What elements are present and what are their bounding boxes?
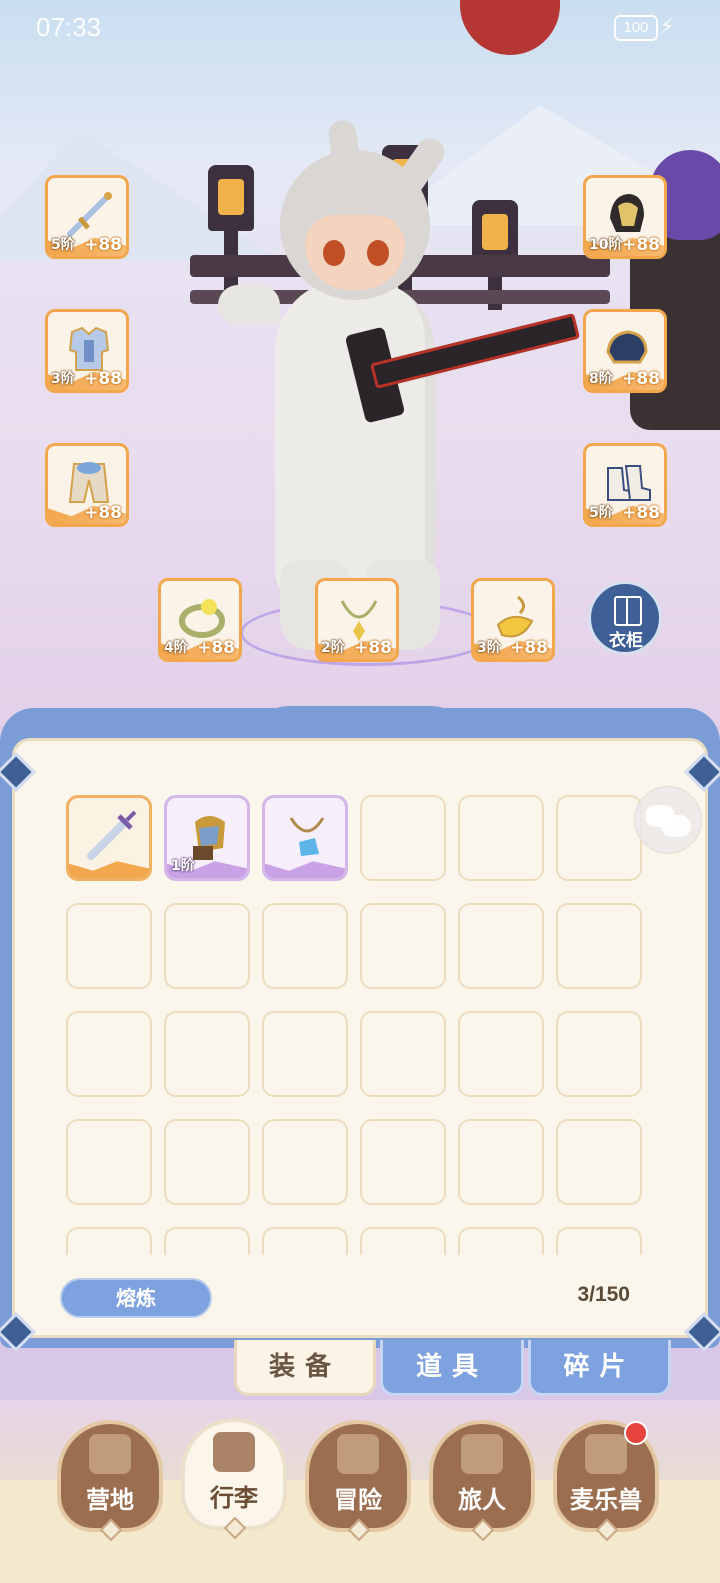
notification-dot: [624, 1421, 648, 1445]
bonus-label: +88: [84, 503, 122, 523]
inventory-slot[interactable]: [164, 1227, 250, 1255]
equip-slot-helmet[interactable]: 10阶 +88: [583, 175, 667, 259]
tab-items[interactable]: 道具: [380, 1340, 524, 1396]
inventory-slot[interactable]: [262, 1119, 348, 1205]
bonus-label: +88: [84, 369, 122, 389]
tier-label: 5阶: [51, 237, 75, 253]
inventory-slot[interactable]: [556, 1119, 642, 1205]
nav-traveler[interactable]: 旅人: [429, 1420, 535, 1542]
cat-icon: [585, 1434, 627, 1474]
equip-slot-ring[interactable]: 4阶 +88: [158, 578, 242, 662]
equip-slot-armor[interactable]: 3阶 +88: [45, 309, 129, 393]
inventory-grid: 1阶: [66, 795, 656, 1255]
inventory-slot[interactable]: [360, 1011, 446, 1097]
wardrobe-icon: [614, 596, 642, 626]
inventory-slot[interactable]: [360, 795, 446, 881]
character-eye: [367, 240, 389, 266]
bonus-label: +88: [510, 638, 548, 658]
lamp-icon: [208, 165, 254, 231]
tab-fragments[interactable]: 碎片: [528, 1340, 671, 1396]
inventory-slot[interactable]: [556, 795, 642, 881]
inventory-slot[interactable]: [164, 1119, 250, 1205]
castle-icon: [89, 1434, 131, 1474]
character-eye: [323, 240, 345, 266]
inventory-slot[interactable]: [458, 1011, 544, 1097]
nav-label: 旅人: [458, 1486, 506, 1514]
tier-label: 4阶: [164, 640, 188, 656]
tier-label: 5阶: [589, 505, 613, 521]
nav-label: 麦乐兽: [570, 1486, 642, 1514]
bonus-label: +88: [622, 235, 660, 255]
nav-label: 行李: [210, 1484, 258, 1512]
inventory-slot[interactable]: [262, 1227, 348, 1255]
flower-decoration: [460, 0, 560, 55]
bonus-label: +88: [84, 235, 122, 255]
pendant-icon: [289, 817, 325, 856]
inventory-slot[interactable]: [360, 1227, 446, 1255]
equip-slot-pants[interactable]: +88: [45, 443, 129, 527]
traveler-icon: [461, 1434, 503, 1474]
pants-icon: [68, 462, 110, 503]
equip-slot-gloves[interactable]: 8阶 +88: [583, 309, 667, 393]
inventory-slot[interactable]: [262, 903, 348, 989]
inventory-slot[interactable]: [360, 903, 446, 989]
inventory-slot[interactable]: [458, 795, 544, 881]
crossed-swords-icon: [337, 1434, 379, 1474]
tier-label: 8阶: [589, 371, 613, 387]
sword-icon: [87, 810, 137, 860]
equip-slot-boots[interactable]: 5阶 +88: [583, 443, 667, 527]
chat-button[interactable]: [634, 786, 702, 854]
backpack-icon: [213, 1432, 255, 1472]
inventory-slot[interactable]: [66, 903, 152, 989]
wing-decoration: [218, 285, 280, 325]
chat-icon: [661, 815, 691, 837]
equip-slot-necklace[interactable]: 2阶 +88: [315, 578, 399, 662]
tab-equipment[interactable]: 装备: [234, 1340, 376, 1396]
wardrobe-label: 衣柜: [609, 631, 643, 651]
tier-label: 3阶: [477, 640, 501, 656]
bonus-label: +88: [197, 638, 235, 658]
inventory-slot[interactable]: 1阶: [164, 795, 250, 881]
bonus-label: +88: [622, 503, 660, 523]
inventory-slot[interactable]: [164, 903, 250, 989]
nav-camp[interactable]: 营地: [57, 1420, 163, 1542]
inventory-slot[interactable]: [66, 1227, 152, 1255]
inventory-slot[interactable]: [458, 903, 544, 989]
inventory-slot[interactable]: [262, 1011, 348, 1097]
inventory-slot[interactable]: [556, 1011, 642, 1097]
status-time: 07:33: [36, 12, 102, 42]
inventory-slot[interactable]: [66, 1119, 152, 1205]
battery-icon: 100: [614, 15, 658, 41]
nav-label: 营地: [86, 1486, 134, 1514]
tier-label: 2阶: [321, 640, 345, 656]
tier-label: 1阶: [171, 858, 195, 874]
wardrobe-button[interactable]: 衣柜: [588, 581, 662, 655]
inventory-slot[interactable]: [556, 903, 642, 989]
equip-slot-charm[interactable]: 3阶 +88: [471, 578, 555, 662]
smelt-button[interactable]: 熔炼: [60, 1278, 212, 1318]
tier-label: 3阶: [51, 371, 75, 387]
inventory-slot[interactable]: [66, 1011, 152, 1097]
inventory-slot[interactable]: [66, 795, 152, 881]
inventory-slot[interactable]: [556, 1227, 642, 1255]
nav-adventure[interactable]: 冒险: [305, 1420, 411, 1542]
bonus-label: +88: [622, 369, 660, 389]
inventory-slot[interactable]: [458, 1227, 544, 1255]
equip-slot-weapon[interactable]: 5阶 +88: [45, 175, 129, 259]
inventory-count: 3/150: [577, 1283, 630, 1306]
inventory-slot[interactable]: [262, 795, 348, 881]
charging-icon: ⚡: [660, 14, 675, 38]
bonus-label: +88: [354, 638, 392, 658]
nav-label: 冒险: [334, 1486, 382, 1514]
inventory-slot[interactable]: [360, 1119, 446, 1205]
nav-luggage[interactable]: 行李: [181, 1418, 287, 1540]
inventory-slot[interactable]: [458, 1119, 544, 1205]
tier-label: 10阶: [589, 237, 623, 253]
inventory-slot[interactable]: [164, 1011, 250, 1097]
